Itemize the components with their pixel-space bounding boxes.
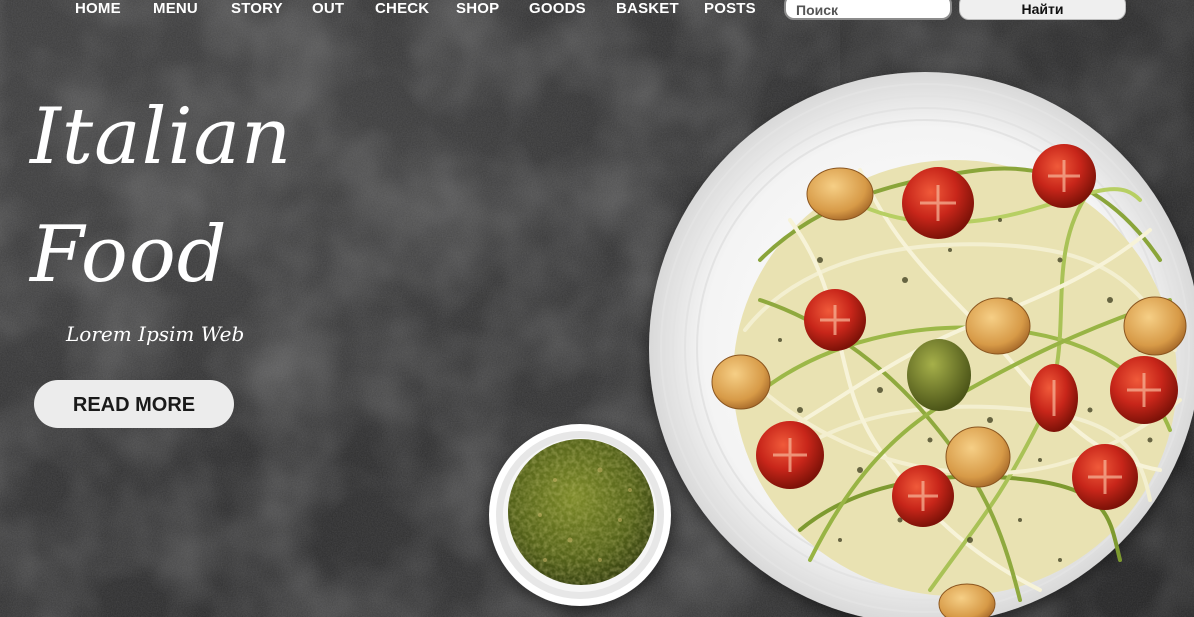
hero-title-line-2: Food [30, 210, 228, 300]
olive [907, 339, 971, 411]
hero-subtitle: Lorem Ipsim Web [66, 322, 245, 346]
hero-title: Italian Food [30, 78, 292, 314]
hero-title-line-1: Italian [30, 92, 293, 182]
hero-page: HOME MENU STORY OUT CHECK SHOP GOODS BAS… [0, 0, 1194, 617]
read-more-button[interactable]: READ MORE [34, 380, 234, 428]
pesto-bowl [489, 424, 671, 606]
